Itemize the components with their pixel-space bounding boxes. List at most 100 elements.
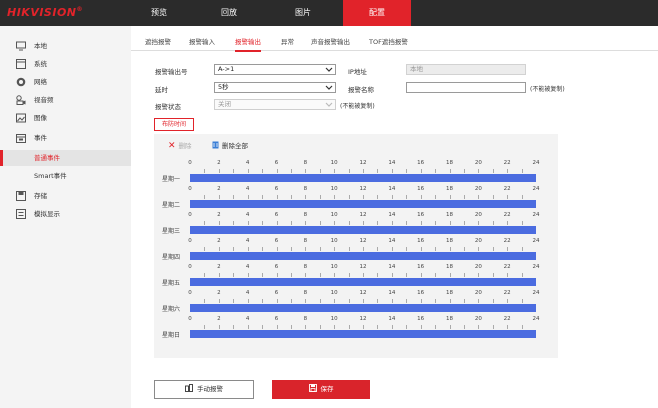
hour-tick-mark [391,247,393,251]
hour-tick-mark [348,299,350,303]
hour-tick-label: 2 [217,264,221,270]
sidebar-item-network[interactable]: 网络 [0,74,131,90]
alarm-icon [185,384,193,392]
hour-tick-label: 22 [503,186,511,192]
hour-tick-mark [363,273,364,277]
tab-arming-schedule[interactable]: 布防时间 [154,118,194,131]
schedule-time-bar[interactable] [190,304,536,312]
hour-tick-mark [406,247,408,251]
hour-tick-label: 20 [474,316,482,322]
schedule-day-row[interactable]: 0 2 4 6 8 10 12 14 16 18 20 22 24 星期一 [154,160,558,186]
hour-tick-label: 22 [503,290,511,296]
nav-picture[interactable]: 图片 [282,0,324,26]
delay-select[interactable]: 5秒 [214,82,336,93]
hour-tick-mark [334,169,336,173]
hour-tick-mark [348,169,350,173]
hour-tick-mark [276,195,278,199]
tab-video-tampering[interactable]: 遮挡报警 [145,33,171,51]
hour-tick-mark [391,195,393,199]
nav-configuration[interactable]: 配置 [343,0,411,26]
sidebar-item-image[interactable]: 图像 [0,110,131,126]
sidebar-item-label: 模拟显示 [34,210,60,218]
sidebar-item-basic-event[interactable]: 普通事件 [0,150,131,166]
hour-tick-label: 0 [188,264,192,270]
chevron-down-icon [325,85,333,90]
schedule-day-row[interactable]: 0 2 4 6 8 10 12 14 16 18 20 22 24 星期三 [154,212,558,238]
hour-tick-mark [507,247,509,251]
hour-tick-mark [363,195,364,199]
delete-button[interactable]: ✕ 删除 [168,141,192,151]
hour-tick-mark [420,221,422,225]
hour-tick-label: 4 [245,212,250,218]
delete-all-button[interactable]: 删除全部 [212,141,248,151]
sidebar-item-analog-display[interactable]: 模拟显示 [0,206,131,222]
tab-alarm-output[interactable]: 报警输出 [235,33,261,52]
hour-tick-mark [420,247,422,251]
schedule-time-bar[interactable] [190,200,536,208]
sidebar-item-smart-event[interactable]: Smart事件 [0,168,131,184]
sidebar-item-video-audio[interactable]: 视音频 [0,92,131,108]
hour-tick-mark [334,247,336,251]
hour-tick-label: 12 [359,212,367,218]
hour-tick-mark [521,325,523,329]
hour-tick-mark [233,325,235,329]
tab-tof-tampering[interactable]: TOF遮挡报警 [369,33,408,51]
hour-tick-mark [406,325,408,329]
nav-preview[interactable]: 预览 [138,0,180,26]
schedule-day-row[interactable]: 0 2 4 6 8 10 12 14 16 18 20 22 24 星期日 [154,316,558,342]
delay-label: 延时 [155,86,168,94]
save-button[interactable]: 保存 [272,380,370,399]
schedule-time-bar[interactable] [190,174,536,182]
hour-tick-label: 6 [274,238,279,244]
alarm-output-no-select[interactable]: A->1 [214,64,336,75]
hour-tick-mark [449,247,451,251]
hour-tick-label: 20 [474,238,482,244]
hour-tick-label: 14 [388,212,396,218]
manual-alarm-button[interactable]: 手动报警 [154,380,254,399]
hour-tick-mark [420,169,422,173]
hour-tick-label: 0 [188,290,192,296]
alarm-name-input[interactable] [406,82,526,93]
sidebar-item-storage[interactable]: 存储 [0,188,131,204]
schedule-time-bar[interactable] [190,226,536,234]
hour-tick-mark [463,325,465,329]
hour-tick-mark [233,273,235,277]
hour-tick-mark [492,221,494,225]
sidebar-item-event[interactable]: 事件 [0,130,131,146]
hour-tick-mark [233,299,235,303]
schedule-day-row[interactable]: 0 2 4 6 8 10 12 14 16 18 20 22 24 星期五 [154,264,558,290]
hour-tick-label: 2 [217,316,221,322]
hour-tick-label: 8 [303,238,308,244]
schedule-day-row[interactable]: 0 2 4 6 8 10 12 14 16 18 20 22 24 星期四 [154,238,558,264]
sidebar-item-label: 系统 [34,60,47,68]
hour-tick-mark [463,247,465,251]
schedule-day-row[interactable]: 0 2 4 6 8 10 12 14 16 18 20 22 24 星期二 [154,186,558,212]
tab-alarm-input[interactable]: 报警输入 [189,33,215,51]
hour-tick-mark [420,273,422,277]
hour-tick-mark [463,221,465,225]
hour-tick-label: 16 [417,238,425,244]
hour-tick-mark [521,273,523,277]
hour-tick-mark [507,325,509,329]
hour-tick-mark [247,221,249,225]
hour-tick-mark [334,195,336,199]
hour-tick-mark [233,169,235,173]
hour-tick-label: 14 [388,238,396,244]
tab-exception[interactable]: 异常 [281,33,294,51]
hour-tick-label: 18 [446,290,453,296]
hour-tick-mark [247,195,249,199]
hour-tick-label: 8 [303,316,308,322]
hour-tick-mark [305,299,307,303]
tab-audio-alarm-output[interactable]: 声音报警输出 [311,33,350,51]
hour-tick-label: 10 [330,316,338,322]
nav-playback[interactable]: 回放 [208,0,250,26]
schedule-day-row[interactable]: 0 2 4 6 8 10 12 14 16 18 20 22 24 星期六 [154,290,558,316]
schedule-time-bar[interactable] [190,330,536,338]
sidebar-item-system[interactable]: 系统 [0,56,131,72]
hour-tick-mark [463,169,465,173]
schedule-time-bar[interactable] [190,252,536,260]
hour-tick-mark [262,169,264,173]
sidebar-item-local[interactable]: 本地 [0,38,131,54]
schedule-time-bar[interactable] [190,278,536,286]
day-label: 星期四 [162,254,181,261]
